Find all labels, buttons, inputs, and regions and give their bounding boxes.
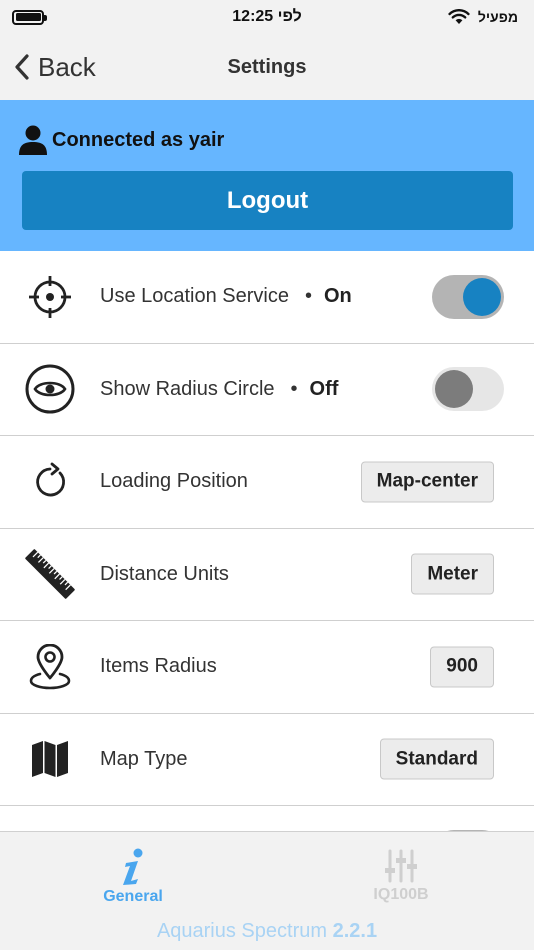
wifi-icon [448,9,470,24]
setting-row-partial [0,806,534,831]
app-name: Aquarius Spectrum [156,920,328,942]
location-label: Use Location Service [100,285,289,308]
radius-circle-separator: • [290,377,298,400]
battery-icon [12,9,47,25]
account-row: Connected as yair [18,124,224,156]
map-type-button[interactable]: Standard [379,738,494,780]
settings-list: Use Location Service • On Show Radius Ci… [0,251,534,831]
tab-bar: General IQ100B Aquarius Spectrum 2.2.1 [0,831,534,950]
setting-row-location: Use Location Service • On [0,251,534,344]
radius-circle-toggle[interactable] [432,367,504,412]
location-label-group: Use Location Service • On [100,285,352,308]
sliders-icon [385,849,417,883]
loading-position-button[interactable]: Map-center [360,461,494,503]
info-icon [123,848,143,885]
carrier-label: מפעיל [477,9,518,25]
items-radius-button[interactable]: 900 [430,646,494,688]
app-version: Aquarius Spectrum 2.2.1 [0,920,534,943]
distance-units-label: Distance Units [100,562,229,585]
setting-row-items-radius: Items Radius 900 [0,621,534,714]
toggle-knob [435,370,473,409]
setting-row-loading-position: Loading Position Map-center [0,436,534,529]
setting-row-radius-circle: Show Radius Circle • Off [0,344,534,436]
logout-button[interactable]: Logout [22,171,513,230]
toggle-knob [463,277,501,316]
distance-units-button[interactable]: Meter [411,553,494,595]
back-button[interactable]: Back [0,34,96,100]
setting-row-map-type: Map Type Standard [0,714,534,806]
status-right: מפעיל [448,9,518,25]
refresh-icon [24,456,76,508]
items-radius-label: Items Radius [100,655,217,678]
connected-text: Connected as yair [52,128,225,151]
radius-circle-state: Off [309,377,339,400]
eye-icon [24,363,76,415]
radius-circle-label: Show Radius Circle [100,377,275,400]
map-type-label: Map Type [100,747,188,770]
map-icon [24,733,76,785]
location-separator: • [304,285,312,308]
tab-general[interactable]: General [68,848,198,906]
crosshair-icon [24,271,76,323]
back-label: Back [38,51,96,82]
chevron-left-icon [15,54,29,80]
map-pin-icon [24,641,76,693]
location-state: On [324,285,352,308]
nav-bar: Back Settings [0,34,534,100]
tab-general-label: General [103,888,163,905]
location-toggle[interactable] [432,274,504,319]
ruler-icon [24,548,76,600]
setting-row-distance-units: Distance Units Meter [0,529,534,621]
radius-circle-label-group: Show Radius Circle • Off [100,378,338,401]
status-bar: 12:25 לפי מפעיל [0,0,534,34]
tab-iq100b-label: IQ100B [373,886,429,903]
tab-iq100b[interactable]: IQ100B [336,848,466,904]
account-section: Connected as yair Logout [0,100,534,251]
version-number: 2.2.1 [332,920,378,942]
user-icon [19,125,47,155]
loading-position-label: Loading Position [100,470,248,493]
